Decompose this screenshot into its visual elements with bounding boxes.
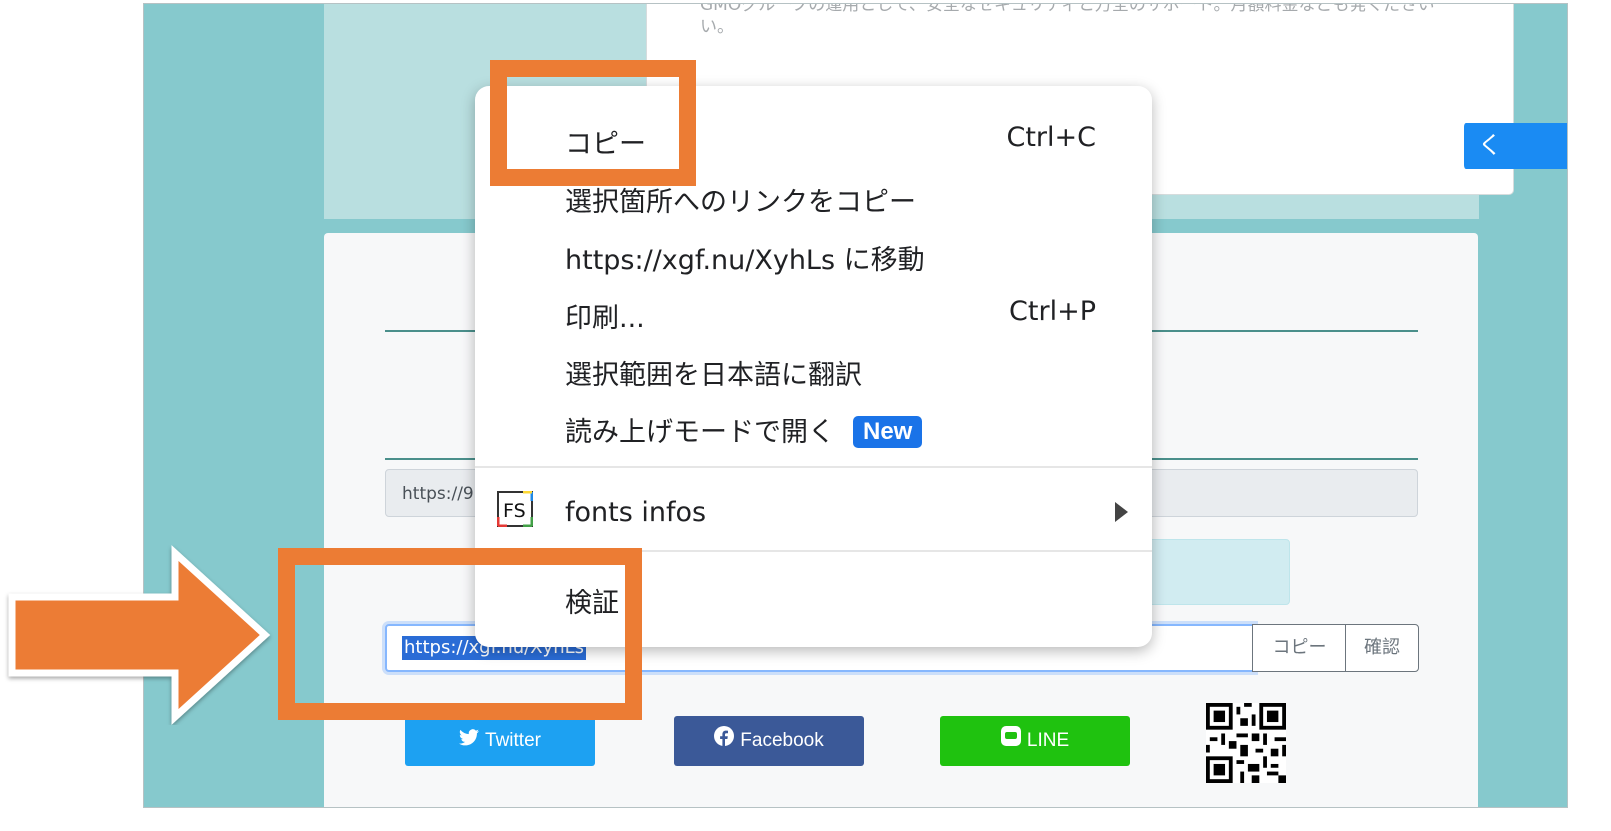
menu-item-label: https://xgf.nu/XyhLs に移動 — [565, 245, 925, 276]
confirm-button[interactable]: 確認 — [1345, 624, 1419, 672]
twitter-icon — [459, 716, 480, 766]
submenu-arrow-icon — [1115, 502, 1128, 522]
twitter-share-button[interactable]: Twitter — [405, 716, 595, 766]
menu-shortcut: Ctrl+C — [1006, 122, 1096, 153]
pointer-arrow-icon — [8, 545, 271, 725]
line-share-button[interactable]: LINE — [940, 716, 1130, 766]
menu-item-label: 読み上げモードで開く — [565, 417, 835, 448]
new-badge: New — [853, 416, 923, 448]
facebook-label: Facebook — [740, 730, 824, 751]
menu-item-reading-mode[interactable]: 読み上げモードで開く New — [565, 410, 1096, 449]
menu-item-go-to-url[interactable]: https://xgf.nu/XyhLs に移動 — [565, 238, 1096, 277]
line-icon — [1000, 716, 1021, 766]
fonts-infos-extension-icon: FS — [497, 491, 533, 527]
menu-item-label: 印刷... — [565, 303, 645, 334]
menu-item-inspect[interactable]: 検証 — [565, 581, 1096, 620]
menu-item-label: 選択箇所へのリンクをコピー — [565, 187, 916, 218]
menu-item-print[interactable]: 印刷... Ctrl+P — [565, 296, 1096, 335]
facebook-share-button[interactable]: Facebook — [674, 716, 864, 766]
line-label: LINE — [1026, 730, 1070, 751]
menu-item-translate[interactable]: 選択範囲を日本語に翻訳 — [565, 353, 1096, 392]
menu-shortcut: Ctrl+P — [1009, 296, 1096, 327]
highlight-box-url — [278, 548, 642, 720]
highlight-box-copy — [490, 60, 696, 186]
qr-code-icon — [1206, 703, 1286, 783]
menu-item-label: 選択範囲を日本語に翻訳 — [565, 360, 862, 391]
copy-button[interactable]: コピー — [1252, 624, 1347, 672]
primary-button[interactable]: く — [1462, 123, 1567, 169]
menu-item-fonts-infos[interactable]: fonts infos — [565, 497, 1096, 528]
menu-separator — [475, 466, 1152, 468]
top-card-text: GMOグループの運用として、安全なセキュリティと万全のサポート。月額料金なども発… — [700, 3, 1435, 37]
facebook-icon — [714, 716, 735, 766]
menu-item-label: fonts infos — [565, 497, 707, 528]
twitter-label: Twitter — [485, 730, 541, 751]
fonts-infos-icon-text: FS — [503, 500, 526, 522]
